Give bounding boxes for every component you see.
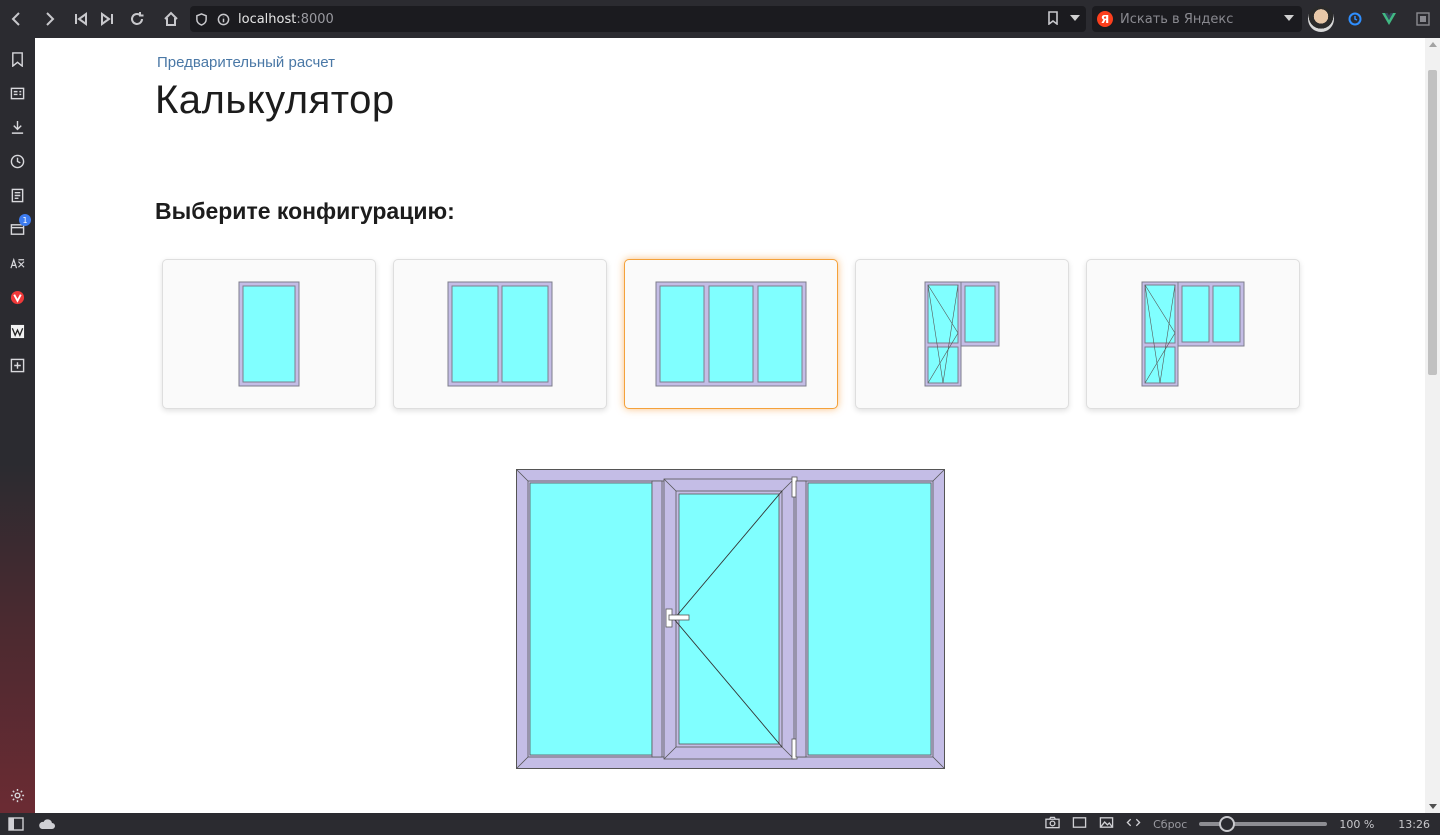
configuration-list <box>162 259 1300 409</box>
zoom-level: 100 % <box>1339 817 1375 831</box>
two-pane-window-icon <box>447 281 553 387</box>
add-panel-icon[interactable] <box>8 356 26 374</box>
zoom-slider[interactable] <box>1199 816 1328 832</box>
url-port: :8000 <box>296 11 334 27</box>
translate-icon[interactable] <box>8 254 26 272</box>
browser-toolbar: localhost:8000 Я Искать в Яндекс <box>0 0 1440 38</box>
fast-forward-button[interactable] <box>92 4 122 34</box>
settings-gear-icon[interactable] <box>8 786 26 804</box>
balcony-door-with-double-window-icon <box>1141 281 1245 387</box>
balcony-door-with-window-icon <box>924 281 1000 387</box>
home-icon <box>164 11 178 26</box>
zoom-slider-knob[interactable] <box>1219 816 1236 832</box>
chevron-down-icon[interactable] <box>1070 15 1080 21</box>
reload-button[interactable] <box>122 4 152 34</box>
home-button[interactable] <box>156 4 186 34</box>
cloud-sync-icon[interactable] <box>38 817 56 834</box>
back-button[interactable] <box>2 4 32 34</box>
page-title: Калькулятор <box>155 78 395 122</box>
vue-devtools-icon[interactable] <box>1376 6 1402 32</box>
scroll-thumb[interactable] <box>1428 70 1437 375</box>
browser-side-panel: 1 <box>0 38 35 813</box>
three-pane-window-preview <box>516 469 945 769</box>
wikipedia-icon[interactable] <box>8 322 26 340</box>
three-pane-window-icon <box>655 281 807 387</box>
vivaldi-icon[interactable] <box>8 288 26 306</box>
configuration-preview <box>516 469 946 773</box>
shield-icon <box>190 12 212 26</box>
profile-avatar[interactable] <box>1308 6 1334 32</box>
clock-extension-icon[interactable] <box>1342 6 1368 32</box>
search-engine-dropdown-icon[interactable] <box>1284 15 1294 21</box>
extensions-icon[interactable] <box>1410 6 1436 32</box>
notes-icon[interactable] <box>8 186 26 204</box>
section-title: Выберите конфигурацию: <box>155 198 455 224</box>
window-icon[interactable] <box>1072 816 1087 832</box>
code-icon[interactable] <box>1126 816 1141 832</box>
config-card-three-pane[interactable] <box>624 259 838 409</box>
url-text: localhost:8000 <box>238 12 334 27</box>
breadcrumb[interactable]: Предварительный расчет <box>157 54 335 71</box>
zoom-reset-button[interactable]: Сброс <box>1153 818 1187 831</box>
yandex-icon: Я <box>1097 11 1113 27</box>
config-card-single-pane[interactable] <box>162 259 376 409</box>
image-icon[interactable] <box>1099 816 1114 832</box>
toggle-panel-icon[interactable] <box>8 817 24 834</box>
config-card-two-pane[interactable] <box>393 259 607 409</box>
scroll-up-icon[interactable] <box>1429 42 1437 47</box>
url-host: localhost <box>238 11 297 27</box>
chevron-right-icon <box>46 12 55 26</box>
skip-back-icon <box>75 12 87 26</box>
browser-statusbar: Сброс 100 % 13:26 <box>0 813 1440 835</box>
search-input[interactable]: Я Искать в Яндекс <box>1092 6 1302 32</box>
downloads-icon[interactable] <box>8 118 26 136</box>
single-pane-window-icon <box>238 281 300 387</box>
chevron-left-icon <box>11 12 20 26</box>
search-placeholder: Искать в Яндекс <box>1120 11 1234 27</box>
camera-icon[interactable] <box>1045 816 1060 832</box>
config-card-balcony-door-double-window[interactable] <box>1086 259 1300 409</box>
address-bar[interactable]: localhost:8000 <box>190 6 1086 32</box>
scroll-down-icon[interactable] <box>1429 804 1437 809</box>
bookmarks-icon[interactable] <box>8 50 26 68</box>
reload-icon <box>131 12 144 25</box>
skip-forward-icon <box>101 12 113 26</box>
reading-list-icon[interactable] <box>8 84 26 102</box>
config-card-balcony-door-window[interactable] <box>855 259 1069 409</box>
page-scrollbar[interactable] <box>1425 38 1440 813</box>
forward-button[interactable] <box>34 4 64 34</box>
bookmark-page-icon[interactable] <box>1046 11 1060 29</box>
info-icon[interactable] <box>212 13 234 26</box>
page-viewport: Предварительный расчет Калькулятор Выбер… <box>35 38 1425 813</box>
history-icon[interactable] <box>8 152 26 170</box>
clock-time: 13:26 <box>1398 817 1430 831</box>
notification-badge: 1 <box>19 214 31 226</box>
